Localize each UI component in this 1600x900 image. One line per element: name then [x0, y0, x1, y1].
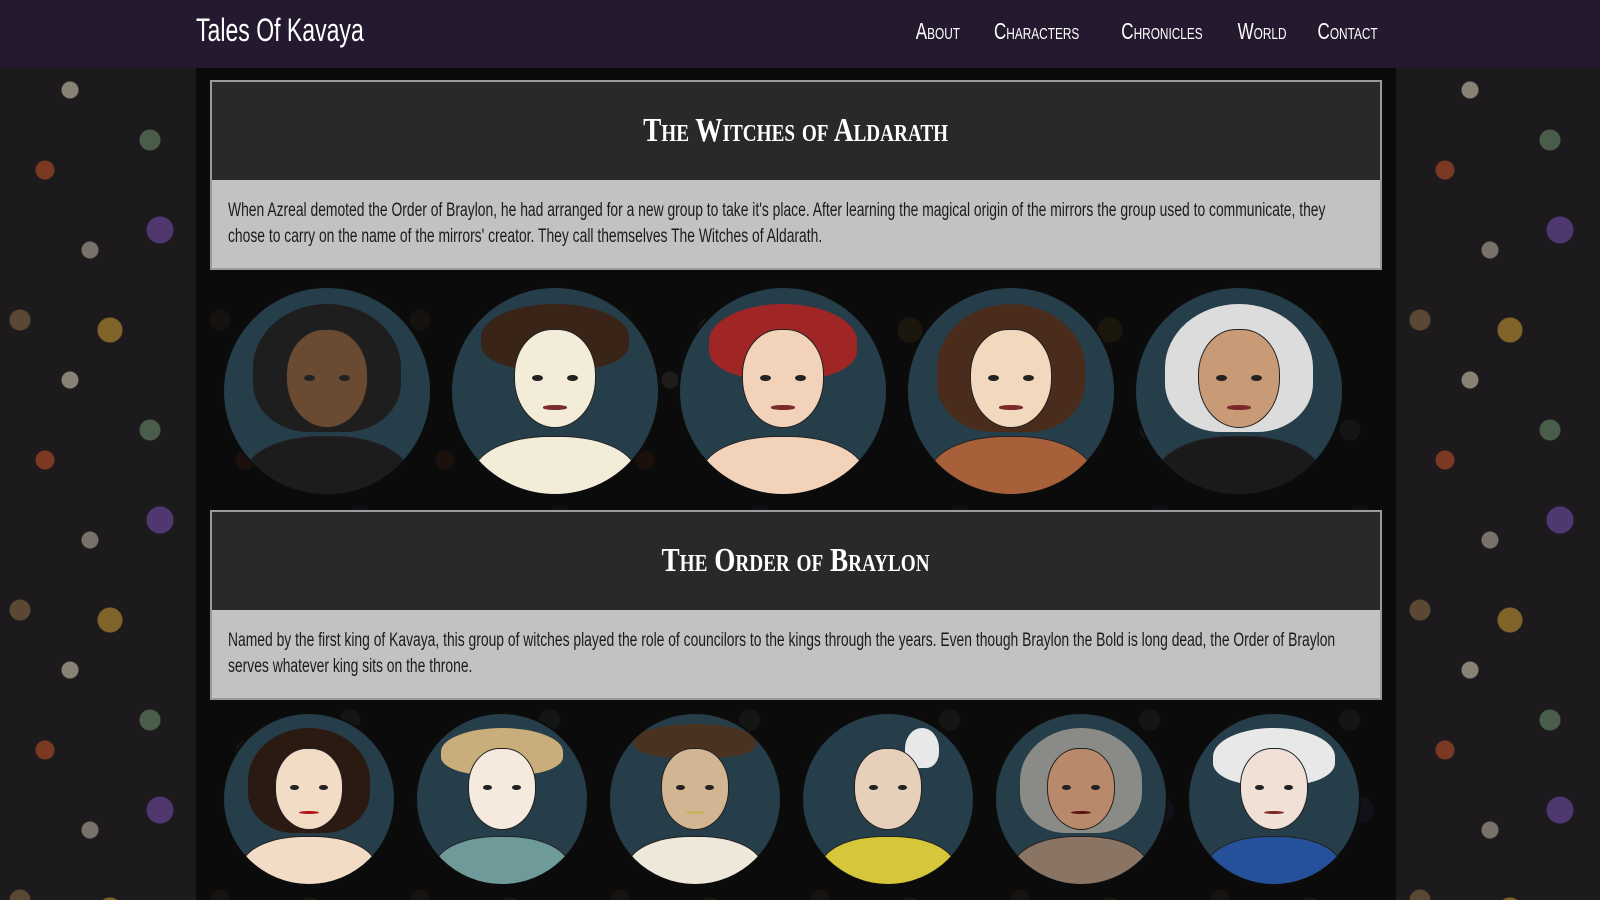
portrait-eye — [1216, 374, 1227, 381]
main-content: The Witches of Aldarath When Azreal demo… — [196, 68, 1396, 900]
character-portrait[interactable] — [450, 286, 660, 496]
portrait-eye — [1023, 374, 1034, 381]
portrait-face — [1047, 748, 1115, 830]
nav-chronicles[interactable]: Chronicles — [1121, 18, 1202, 45]
portrait-face — [1240, 748, 1308, 830]
character-portrait[interactable] — [222, 286, 432, 496]
nav-contact[interactable]: Contact — [1317, 18, 1377, 45]
section-description-text: Named by the first king of Kavaya, this … — [228, 630, 1336, 677]
portrait-jacket — [928, 436, 1094, 494]
section-title: The Witches of Aldarath — [643, 112, 949, 149]
portrait-eye — [567, 374, 578, 381]
nav-about[interactable]: About — [915, 18, 959, 45]
portrait-face — [661, 748, 729, 830]
section-witches: The Witches of Aldarath When Azreal demo… — [210, 80, 1382, 270]
nav-world[interactable]: World — [1237, 18, 1286, 45]
witches-portraits — [210, 286, 1382, 496]
portrait-eye — [760, 374, 771, 381]
nav-characters[interactable]: Characters — [994, 18, 1079, 45]
character-portrait[interactable] — [608, 712, 782, 886]
site-brand-link[interactable]: Tales Of Kavaya — [196, 12, 364, 49]
character-portrait[interactable] — [1187, 712, 1361, 886]
section-description-text: When Azreal demoted the Order of Braylon… — [228, 200, 1326, 247]
character-portrait[interactable] — [678, 286, 888, 496]
character-portrait[interactable] — [906, 286, 1116, 496]
section-header: The Witches of Aldarath — [210, 80, 1382, 180]
portrait-face — [285, 329, 369, 429]
portrait-face — [1197, 329, 1281, 429]
character-portrait[interactable] — [801, 712, 975, 886]
portrait-robe — [244, 436, 410, 494]
portrait-mouth — [998, 405, 1024, 410]
portrait-eye — [304, 374, 315, 381]
section-description: Named by the first king of Kavaya, this … — [210, 610, 1382, 700]
portrait-torso — [241, 836, 377, 884]
portrait-mouth — [1226, 405, 1252, 410]
portrait-jacket — [1156, 436, 1322, 494]
navbar: Tales Of Kavaya About Characters Chronic… — [0, 0, 1600, 68]
portrait-robe — [820, 836, 956, 884]
section-title: The Order of Braylon — [661, 542, 931, 579]
portrait-face — [513, 329, 597, 429]
section-description: When Azreal demoted the Order of Braylon… — [210, 180, 1382, 270]
portrait-eye — [339, 374, 350, 381]
section-header: The Order of Braylon — [210, 510, 1382, 610]
character-portrait[interactable] — [1134, 286, 1344, 496]
portrait-dress — [1206, 836, 1342, 884]
portrait-torso — [700, 436, 866, 494]
portrait-shirt — [434, 836, 570, 884]
portrait-mouth — [542, 405, 568, 410]
portrait-face — [275, 748, 343, 830]
portrait-eye — [795, 374, 806, 381]
portrait-shirt — [627, 836, 763, 884]
portrait-eye — [988, 374, 999, 381]
portrait-torso — [472, 436, 638, 494]
character-portrait[interactable] — [994, 712, 1168, 886]
portrait-eye — [1251, 374, 1262, 381]
main-nav: About Characters Chronicles World Contac… — [915, 18, 1380, 45]
portrait-torso — [1013, 836, 1149, 884]
portrait-face — [468, 748, 536, 830]
portrait-face — [741, 329, 825, 429]
section-order: The Order of Braylon Named by the first … — [210, 510, 1382, 700]
portrait-face — [969, 329, 1053, 429]
portrait-face — [854, 748, 922, 830]
portrait-eye — [532, 374, 543, 381]
character-portrait[interactable] — [222, 712, 396, 886]
character-portrait[interactable] — [415, 712, 589, 886]
portrait-mouth — [770, 405, 796, 410]
order-portraits — [210, 712, 1382, 900]
